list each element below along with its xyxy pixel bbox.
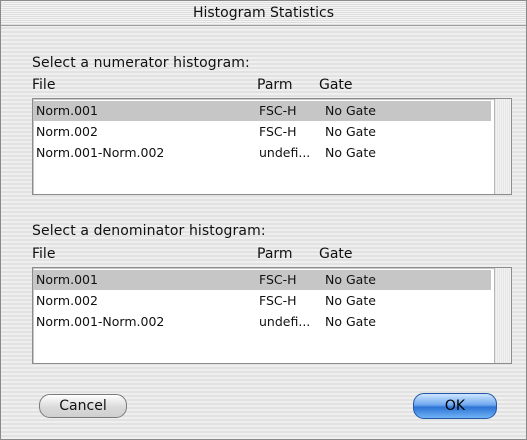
dialog-title: Histogram Statistics: [1, 1, 526, 26]
numerator-header-file: File: [32, 77, 56, 93]
file-cell: Norm.001-Norm.002: [36, 314, 165, 329]
denominator-header-parm: Parm: [257, 246, 293, 262]
gate-cell: No Gate: [325, 145, 376, 160]
cancel-button[interactable]: Cancel: [39, 394, 127, 418]
denominator-header-file: File: [32, 246, 56, 262]
numerator-row-norm001[interactable]: Norm.001 FSC-H No Gate: [33, 101, 491, 121]
numerator-header-parm: Parm: [257, 77, 293, 93]
parm-cell: undefi...: [259, 145, 311, 160]
numerator-label: Select a numerator histogram:: [32, 55, 250, 71]
parm-cell: FSC-H: [259, 124, 297, 139]
numerator-row-norm001-norm002[interactable]: Norm.001-Norm.002 undefi... No Gate: [33, 143, 491, 163]
denominator-scrollbar[interactable]: [494, 268, 511, 363]
denominator-header-gate: Gate: [319, 246, 353, 262]
gate-cell: No Gate: [325, 124, 376, 139]
gate-cell: No Gate: [325, 272, 376, 287]
ok-button[interactable]: OK: [413, 393, 497, 419]
denominator-row-norm002[interactable]: Norm.002 FSC-H No Gate: [33, 291, 491, 311]
numerator-list[interactable]: Norm.001 FSC-H No Gate Norm.002 FSC-H No…: [32, 98, 512, 195]
numerator-row-norm002[interactable]: Norm.002 FSC-H No Gate: [33, 122, 491, 142]
numerator-header-gate: Gate: [319, 77, 353, 93]
denominator-row-norm001-norm002[interactable]: Norm.001-Norm.002 undefi... No Gate: [33, 312, 491, 332]
histogram-statistics-dialog: Histogram Statistics Select a numerator …: [0, 0, 527, 440]
denominator-label: Select a denominator histogram:: [32, 223, 266, 239]
file-cell: Norm.002: [36, 293, 98, 308]
gate-cell: No Gate: [325, 293, 376, 308]
denominator-list[interactable]: Norm.001 FSC-H No Gate Norm.002 FSC-H No…: [32, 267, 512, 364]
denominator-row-norm001[interactable]: Norm.001 FSC-H No Gate: [33, 270, 491, 290]
file-cell: Norm.001-Norm.002: [36, 145, 165, 160]
file-cell: Norm.001: [36, 272, 98, 287]
parm-cell: FSC-H: [259, 103, 297, 118]
numerator-scrollbar[interactable]: [494, 99, 511, 194]
gate-cell: No Gate: [325, 103, 376, 118]
file-cell: Norm.001: [36, 103, 98, 118]
gate-cell: No Gate: [325, 314, 376, 329]
file-cell: Norm.002: [36, 124, 98, 139]
parm-cell: undefi...: [259, 314, 311, 329]
parm-cell: FSC-H: [259, 293, 297, 308]
parm-cell: FSC-H: [259, 272, 297, 287]
